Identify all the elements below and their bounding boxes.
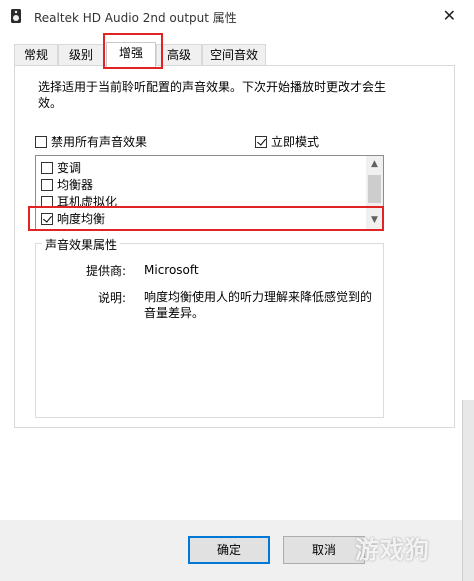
tab-highlight-box [103,33,163,69]
speaker-icon [11,9,21,23]
background-window-edge [462,400,474,581]
watermark-logo: 游戏狗 [355,536,430,564]
checkbox-icon[interactable] [41,179,53,191]
provider-value: Microsoft [144,263,199,277]
ok-button[interactable]: 确定 [188,536,270,564]
immediate-mode-label: 立即模式 [271,135,320,149]
checkbox-icon[interactable] [41,162,53,174]
description-text: 选择适用于当前聆听配置的声音效果。下次开始播放时更改才会生效。 [38,80,387,110]
disable-all-checkbox[interactable]: 禁用所有声音效果 [35,133,147,150]
window-title: Realtek HD Audio 2nd output 属性 [34,11,237,25]
checkbox-checked-icon[interactable] [255,136,267,148]
tab-spatial-sound[interactable]: 空间音效 [202,44,266,66]
item-highlight-box [28,206,384,231]
list-item[interactable]: 变调 [41,160,81,177]
scroll-up-icon[interactable]: ▲ [366,156,383,173]
list-item-label: 均衡器 [57,178,94,192]
checkbox-icon[interactable] [35,136,47,148]
tab-levels[interactable]: 级别 [58,44,104,66]
properties-group-title: 声音效果属性 [42,236,121,253]
scrollbar-thumb[interactable] [368,175,381,203]
cancel-button[interactable]: 取消 [283,536,365,564]
list-item-label: 变调 [57,161,82,175]
description-value: 响度均衡使用人的听力理解来降低感觉到的音量差异。 [144,290,373,320]
title-bar: Realtek HD Audio 2nd output 属性 ✕ [0,0,474,32]
disable-all-label: 禁用所有声音效果 [51,135,148,149]
tab-strip: 常规 级别 增强 高级 空间音效 [14,42,464,68]
list-item[interactable]: 均衡器 [41,177,93,194]
immediate-mode-checkbox[interactable]: 立即模式 [255,133,319,150]
description-label: 说明: [98,291,127,305]
provider-label: 提供商: [86,264,127,278]
tab-general[interactable]: 常规 [14,44,58,66]
close-icon[interactable]: ✕ [443,6,456,26]
